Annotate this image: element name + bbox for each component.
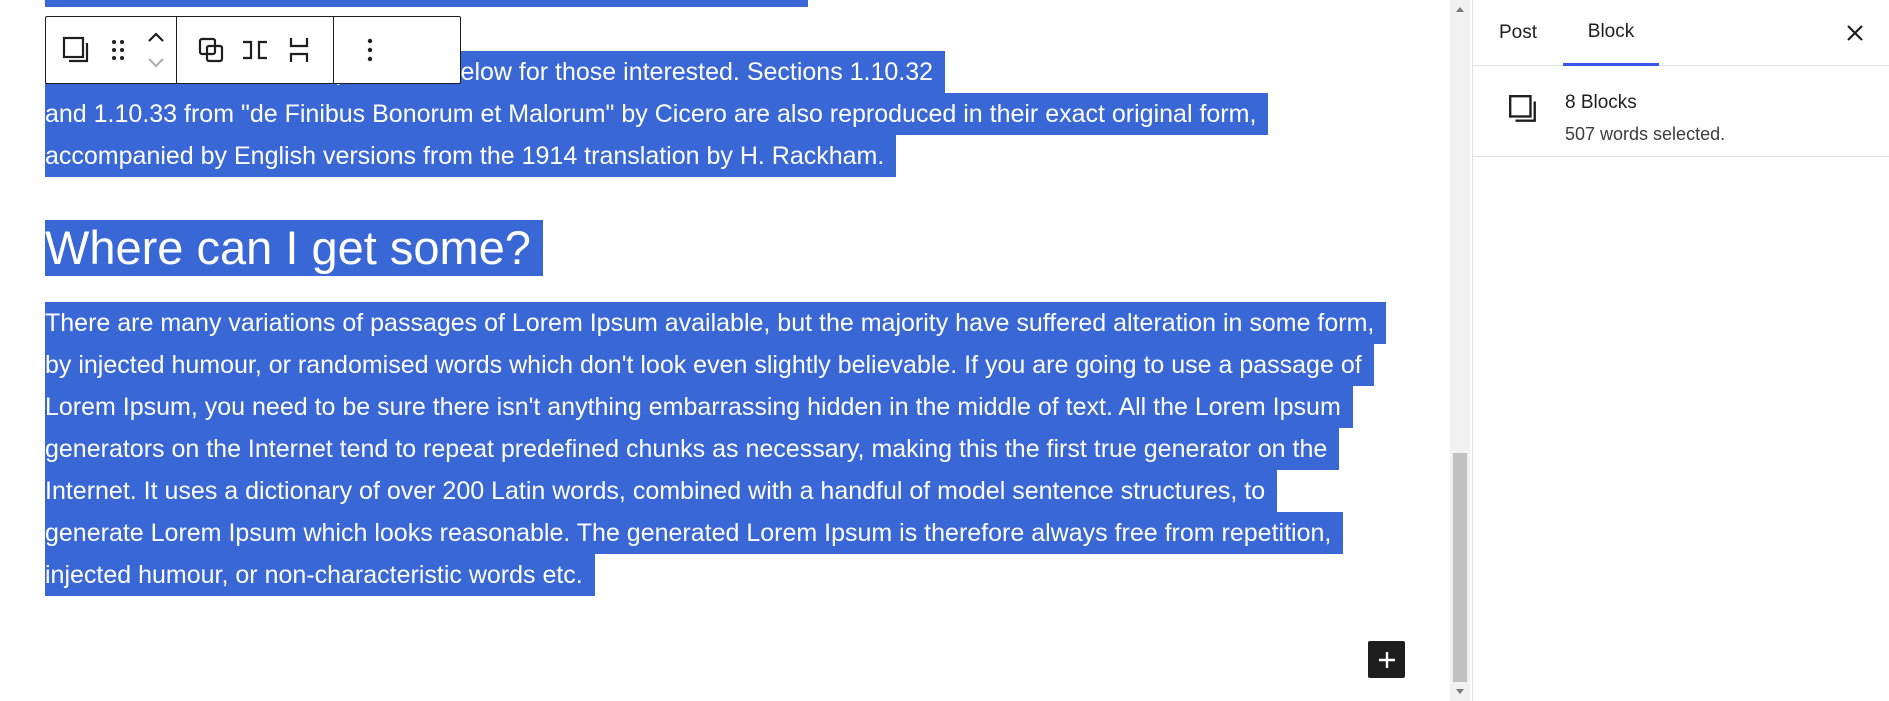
scroll-down-button[interactable] bbox=[1450, 683, 1470, 701]
tab-post[interactable]: Post bbox=[1499, 0, 1537, 66]
paragraph-line: accompanied by English versions from the… bbox=[45, 135, 897, 177]
multiple-blocks-icon bbox=[1509, 95, 1536, 122]
heading-block[interactable]: Where can I get some? bbox=[45, 220, 543, 276]
scroll-up-button[interactable] bbox=[1450, 0, 1470, 18]
add-block-button[interactable] bbox=[1368, 641, 1405, 678]
block-card-description: 507 words selected. bbox=[1565, 124, 1726, 144]
block-mover bbox=[138, 20, 174, 80]
heading-text: Where can I get some? bbox=[45, 220, 543, 276]
close-icon bbox=[1847, 25, 1863, 41]
block-card: 8 Blocks 507 words selected. bbox=[1473, 66, 1889, 157]
paragraph-line: generate Lorem Ipsum which looks reasona… bbox=[45, 512, 1344, 554]
paragraph-line: injected humour, or non-characteristic w… bbox=[45, 554, 595, 596]
paragraph-line: by injected humour, or randomised words … bbox=[45, 344, 1374, 386]
group-icon bbox=[198, 37, 224, 63]
row-icon bbox=[243, 40, 267, 60]
move-down-icon bbox=[148, 58, 164, 68]
scroll-up-arrow-icon bbox=[1456, 7, 1464, 12]
block-type-button[interactable] bbox=[54, 28, 98, 72]
more-options-icon bbox=[367, 38, 373, 62]
move-up-icon bbox=[148, 32, 164, 42]
stack-button[interactable] bbox=[277, 28, 321, 72]
scrollbar-thumb[interactable] bbox=[1453, 453, 1467, 682]
close-sidebar-button[interactable] bbox=[1839, 17, 1871, 49]
paragraph-block-2[interactable]: There are many variations of passages of… bbox=[45, 302, 1445, 596]
row-button[interactable] bbox=[233, 28, 277, 72]
tab-block[interactable]: Block bbox=[1563, 0, 1659, 66]
toolbar-group-layout bbox=[177, 17, 334, 83]
move-down-button[interactable] bbox=[138, 50, 174, 76]
paragraph-line: Lorem Ipsum, you need to be sure there i… bbox=[45, 386, 1353, 428]
toolbar-group-options bbox=[334, 17, 406, 83]
paragraph-line: generators on the Internet tend to repea… bbox=[45, 428, 1340, 470]
drag-handle-button[interactable] bbox=[98, 28, 138, 72]
block-toolbar bbox=[45, 16, 461, 84]
group-button[interactable] bbox=[189, 28, 233, 72]
plus-icon bbox=[1378, 651, 1395, 668]
editor-app: used since the 1500s is reproduced below… bbox=[0, 0, 1889, 701]
multiple-blocks-icon bbox=[62, 36, 89, 63]
block-card-title: 8 Blocks bbox=[1565, 92, 1637, 113]
selected-block-edge bbox=[45, 0, 808, 7]
editor-scrollbar[interactable] bbox=[1450, 0, 1470, 701]
settings-sidebar: Post Block 8 Blocks 507 words selected. bbox=[1472, 0, 1889, 701]
more-options-button[interactable] bbox=[348, 28, 392, 72]
editor-canvas[interactable]: used since the 1500s is reproduced below… bbox=[0, 0, 1450, 701]
paragraph-line: and 1.10.33 from "de Finibus Bonorum et … bbox=[45, 93, 1269, 135]
scroll-down-arrow-icon bbox=[1456, 689, 1464, 694]
stack-icon bbox=[289, 38, 309, 62]
paragraph-line: Internet. It uses a dictionary of over 2… bbox=[45, 470, 1278, 512]
drag-handle-icon bbox=[112, 40, 124, 60]
paragraph-line: There are many variations of passages of… bbox=[45, 302, 1387, 344]
move-up-button[interactable] bbox=[138, 24, 174, 50]
toolbar-group-block bbox=[46, 17, 177, 83]
sidebar-header: Post Block bbox=[1473, 0, 1889, 66]
